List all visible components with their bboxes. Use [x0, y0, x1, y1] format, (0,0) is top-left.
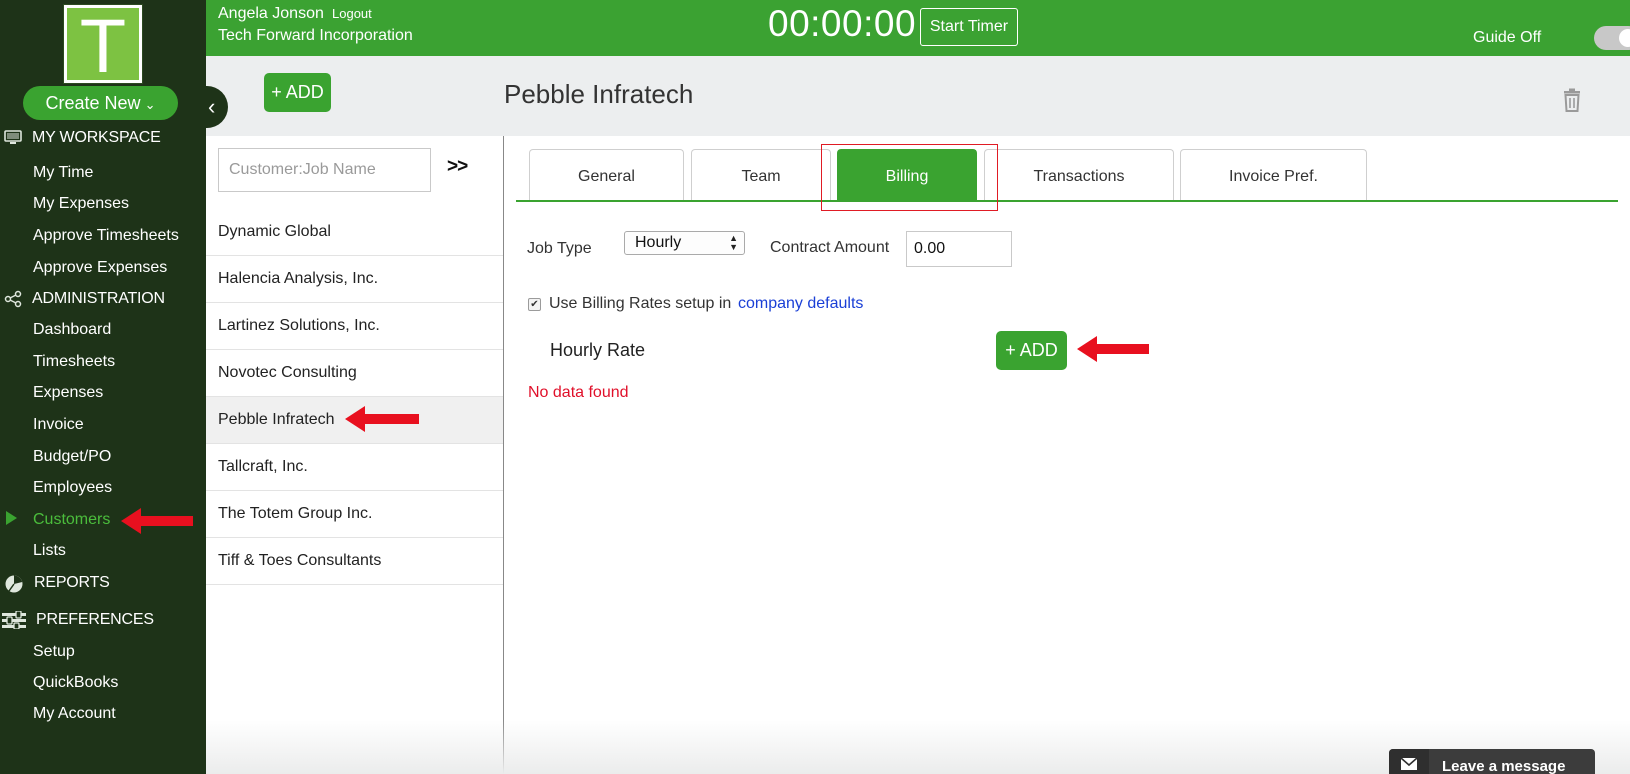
- panel-divider: [503, 136, 504, 774]
- list-item[interactable]: The Totem Group Inc.: [206, 491, 503, 538]
- sidebar-item-dashboard[interactable]: Dashboard: [33, 318, 203, 342]
- company-name: Tech Forward Incorporation: [218, 27, 413, 44]
- company-defaults-link[interactable]: company defaults: [738, 295, 863, 313]
- sidebar-item-my-account[interactable]: My Account: [33, 702, 203, 726]
- guide-toggle[interactable]: [1594, 26, 1630, 50]
- annotation-arrow-selected-customer: [345, 406, 419, 432]
- annotation-arrow-customers: [121, 508, 193, 534]
- sidebar-item-my-expenses[interactable]: My Expenses: [33, 192, 203, 216]
- contract-amount-label: Contract Amount: [770, 239, 890, 256]
- hourly-rate-heading: Hourly Rate: [550, 340, 646, 360]
- job-type-label: Job Type: [527, 240, 592, 257]
- share-icon: [4, 290, 24, 308]
- sidebar-item-approve-expenses[interactable]: Approve Expenses: [33, 256, 203, 280]
- annotation-arrow-add-rate: [1077, 336, 1149, 362]
- sidebar-item-lists[interactable]: Lists: [33, 539, 203, 563]
- sliders-icon: [2, 610, 26, 630]
- tab-team[interactable]: Team: [691, 149, 831, 202]
- contract-amount-input[interactable]: [906, 231, 1012, 267]
- tab-transactions[interactable]: Transactions: [984, 149, 1174, 202]
- job-type-value: Hourly: [635, 234, 682, 251]
- tab-invoice-pref[interactable]: Invoice Pref.: [1180, 149, 1367, 202]
- sidebar-item-budget-po[interactable]: Budget/PO: [33, 445, 203, 469]
- sidebar-item-quickbooks[interactable]: QuickBooks: [33, 671, 203, 695]
- create-new-label: Create New: [45, 93, 141, 113]
- start-timer-button[interactable]: Start Timer: [920, 8, 1018, 46]
- pie-chart-icon: [4, 574, 24, 593]
- use-billing-rates-checkbox[interactable]: ✔: [528, 298, 541, 311]
- list-item[interactable]: Tiff & Toes Consultants: [206, 538, 503, 585]
- customer-search-input[interactable]: [218, 148, 431, 192]
- section-label: ADMINISTRATION: [32, 290, 165, 307]
- page-header: [206, 56, 1630, 136]
- use-billing-rates-label: Use Billing Rates setup in: [549, 295, 732, 312]
- app-window: T Create New ⌄ MY WORKSPACE My Time My Ex…: [0, 0, 1630, 774]
- monitor-icon: [4, 129, 24, 147]
- chevron-down-icon: ⌄: [144, 97, 156, 112]
- list-item[interactable]: Lartinez Solutions, Inc.: [206, 303, 503, 350]
- logo-letter: T: [79, 4, 127, 89]
- add-customer-button[interactable]: + ADD: [264, 73, 331, 112]
- section-label: REPORTS: [34, 574, 110, 591]
- sidebar-item-invoice[interactable]: Invoice: [33, 413, 203, 437]
- guide-label: Guide Off: [1473, 29, 1542, 46]
- sidebar-item-expenses[interactable]: Expenses: [33, 381, 203, 405]
- leave-message-widget[interactable]: Leave a message: [1389, 749, 1595, 774]
- sidebar-item-employees[interactable]: Employees: [33, 476, 203, 500]
- logout-link[interactable]: Logout: [332, 6, 372, 21]
- list-item[interactable]: Halencia Analysis, Inc.: [206, 256, 503, 303]
- sidebar-item-my-time[interactable]: My Time: [33, 161, 203, 185]
- list-item[interactable]: Dynamic Global: [206, 209, 503, 256]
- add-hourly-rate-button[interactable]: + ADD: [996, 331, 1067, 370]
- tab-general[interactable]: General: [529, 149, 684, 202]
- annotation-highlight-billing-tab: [821, 144, 998, 211]
- section-administration[interactable]: ADMINISTRATION: [0, 287, 206, 311]
- envelope-icon: [1401, 758, 1417, 770]
- job-type-select[interactable]: Hourly ▲ ▼: [624, 231, 745, 255]
- section-preferences[interactable]: PREFERENCES: [0, 608, 206, 632]
- list-item[interactable]: Tallcraft, Inc.: [206, 444, 503, 491]
- sidebar-item-setup[interactable]: Setup: [33, 640, 203, 664]
- select-arrows-icon: ▲ ▼: [729, 233, 738, 252]
- active-item-marker-icon: [6, 511, 17, 525]
- no-data-message: No data found: [528, 384, 629, 401]
- expand-list-button[interactable]: >>: [447, 156, 468, 178]
- customer-list: Dynamic Global Halencia Analysis, Inc. L…: [206, 209, 503, 585]
- leave-message-label: Leave a message: [1442, 758, 1566, 774]
- create-new-button[interactable]: Create New ⌄: [23, 86, 178, 120]
- section-my-workspace[interactable]: MY WORKSPACE: [0, 126, 206, 150]
- section-label: MY WORKSPACE: [32, 129, 161, 146]
- page-title: Pebble Infratech: [504, 79, 694, 109]
- sidebar: T Create New ⌄ MY WORKSPACE My Time My Ex…: [0, 0, 206, 774]
- sidebar-item-timesheets[interactable]: Timesheets: [33, 350, 203, 374]
- top-bar: Angela Jonson Logout Tech Forward Incorp…: [206, 0, 1630, 56]
- app-logo[interactable]: T: [64, 4, 142, 89]
- chat-icon-box: [1389, 749, 1429, 774]
- list-item[interactable]: Novotec Consulting: [206, 350, 503, 397]
- sidebar-item-approve-timesheets[interactable]: Approve Timesheets: [33, 224, 203, 248]
- toggle-knob: [1619, 29, 1630, 47]
- user-name: Angela Jonson: [218, 5, 324, 22]
- tab-underline: [516, 200, 1618, 202]
- timer-display: 00:00:00: [768, 3, 917, 44]
- section-label: PREFERENCES: [36, 611, 154, 628]
- section-reports[interactable]: REPORTS: [0, 571, 206, 595]
- trash-icon[interactable]: [1563, 88, 1581, 112]
